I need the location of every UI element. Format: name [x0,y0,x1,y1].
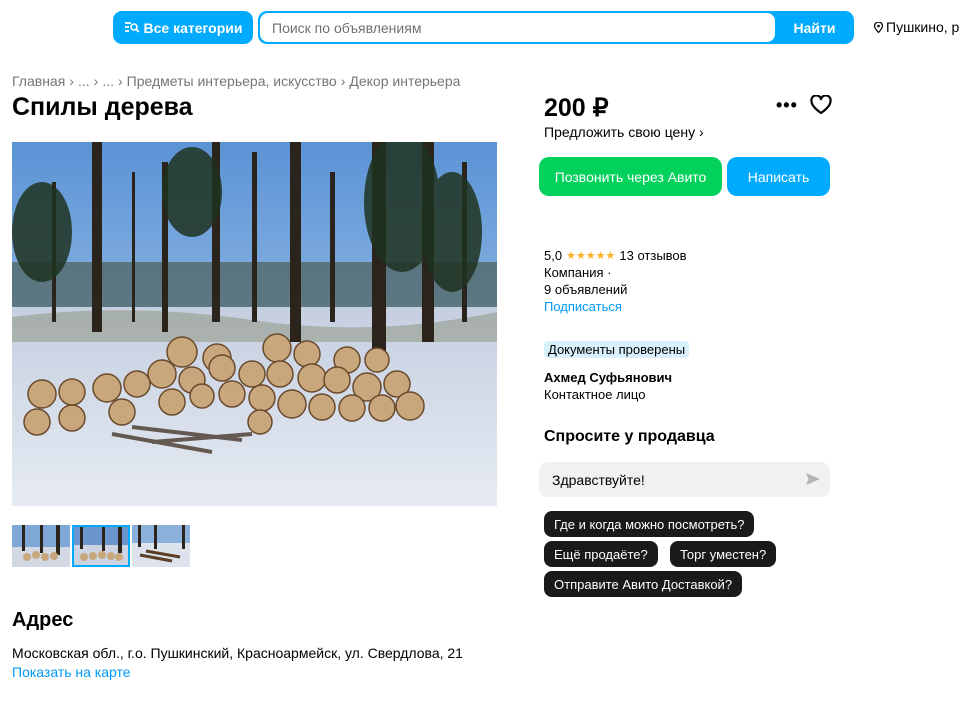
breadcrumb-item-interior[interactable]: Предметы интерьера, искусство [127,73,337,89]
address-title: Адрес [12,609,74,631]
ask-seller-title: Спросите у продавца [544,428,715,445]
quick-question-chip[interactable]: Где и когда можно посмотреть? [544,511,755,537]
contact-name: Ахмед Суфьянович [544,370,673,385]
breadcrumb-item-collapsed[interactable]: ... [102,73,114,89]
price: 200 ₽ [544,94,609,122]
quick-question-chip[interactable]: Отправите Авито Доставкой? [544,571,743,597]
breadcrumb-separator: › [93,73,99,89]
breadcrumb-separator: › [69,73,74,89]
offer-price-link[interactable]: Предложить свою цену › [544,124,704,140]
breadcrumb: Главная ›... ›... › Предметы интерьера, иску… [12,73,460,89]
location-selector[interactable]: Пушкино, р [874,19,959,35]
all-categories-label: Все категории [143,19,243,36]
search-input[interactable] [260,13,775,42]
heart-icon[interactable] [810,95,832,115]
breadcrumb-item-home[interactable]: Главная [12,73,65,89]
quick-question-chip[interactable]: Торг уместен? [670,541,777,567]
send-icon[interactable] [805,472,821,486]
thumbnail[interactable] [12,525,70,567]
message-box [539,462,830,497]
breadcrumb-item-collapsed[interactable]: ... [78,73,90,89]
search-icon [124,22,139,33]
search-bar: Найти [258,11,854,44]
docs-verified-badge: Документы проверены [544,341,690,358]
thumbnail[interactable] [132,525,190,567]
seller-type: Компания · [544,265,612,280]
call-button[interactable]: Позвонить через Авито [539,157,722,196]
location-pin-icon [874,21,883,33]
write-button[interactable]: Написать [727,157,830,196]
thumbnail-active[interactable] [72,525,130,567]
more-icon[interactable]: ••• [776,96,798,114]
message-input[interactable] [539,462,799,497]
seller-ads-count[interactable]: 9 объявлений [544,282,627,297]
quick-question-chip[interactable]: Ещё продаёте? [544,541,658,567]
seller-rating[interactable]: 5,0 ★★★★★ 13 отзывов [544,248,687,263]
subscribe-link[interactable]: Подписаться [544,299,622,314]
show-on-map-link[interactable]: Показать на карте [12,664,131,680]
address-text: Московская обл., г.о. Пушкинский, Красно… [12,645,463,661]
rating-value: 5,0 [544,248,563,263]
reviews-count: 13 отзывов [619,248,687,263]
find-button[interactable]: Найти [775,11,854,44]
breadcrumb-separator: › [117,73,123,89]
main-photo[interactable] [12,142,497,506]
breadcrumb-separator: › [340,73,346,89]
location-label: Пушкино, р [886,19,960,35]
breadcrumb-item-decor[interactable]: Декор интерьера [349,73,460,89]
contact-role: Контактное лицо [544,387,646,402]
page-title: Спилы дерева [12,93,193,121]
rating-stars-icon: ★★★★★ [566,250,616,262]
all-categories-button[interactable]: Все категории [113,11,253,44]
